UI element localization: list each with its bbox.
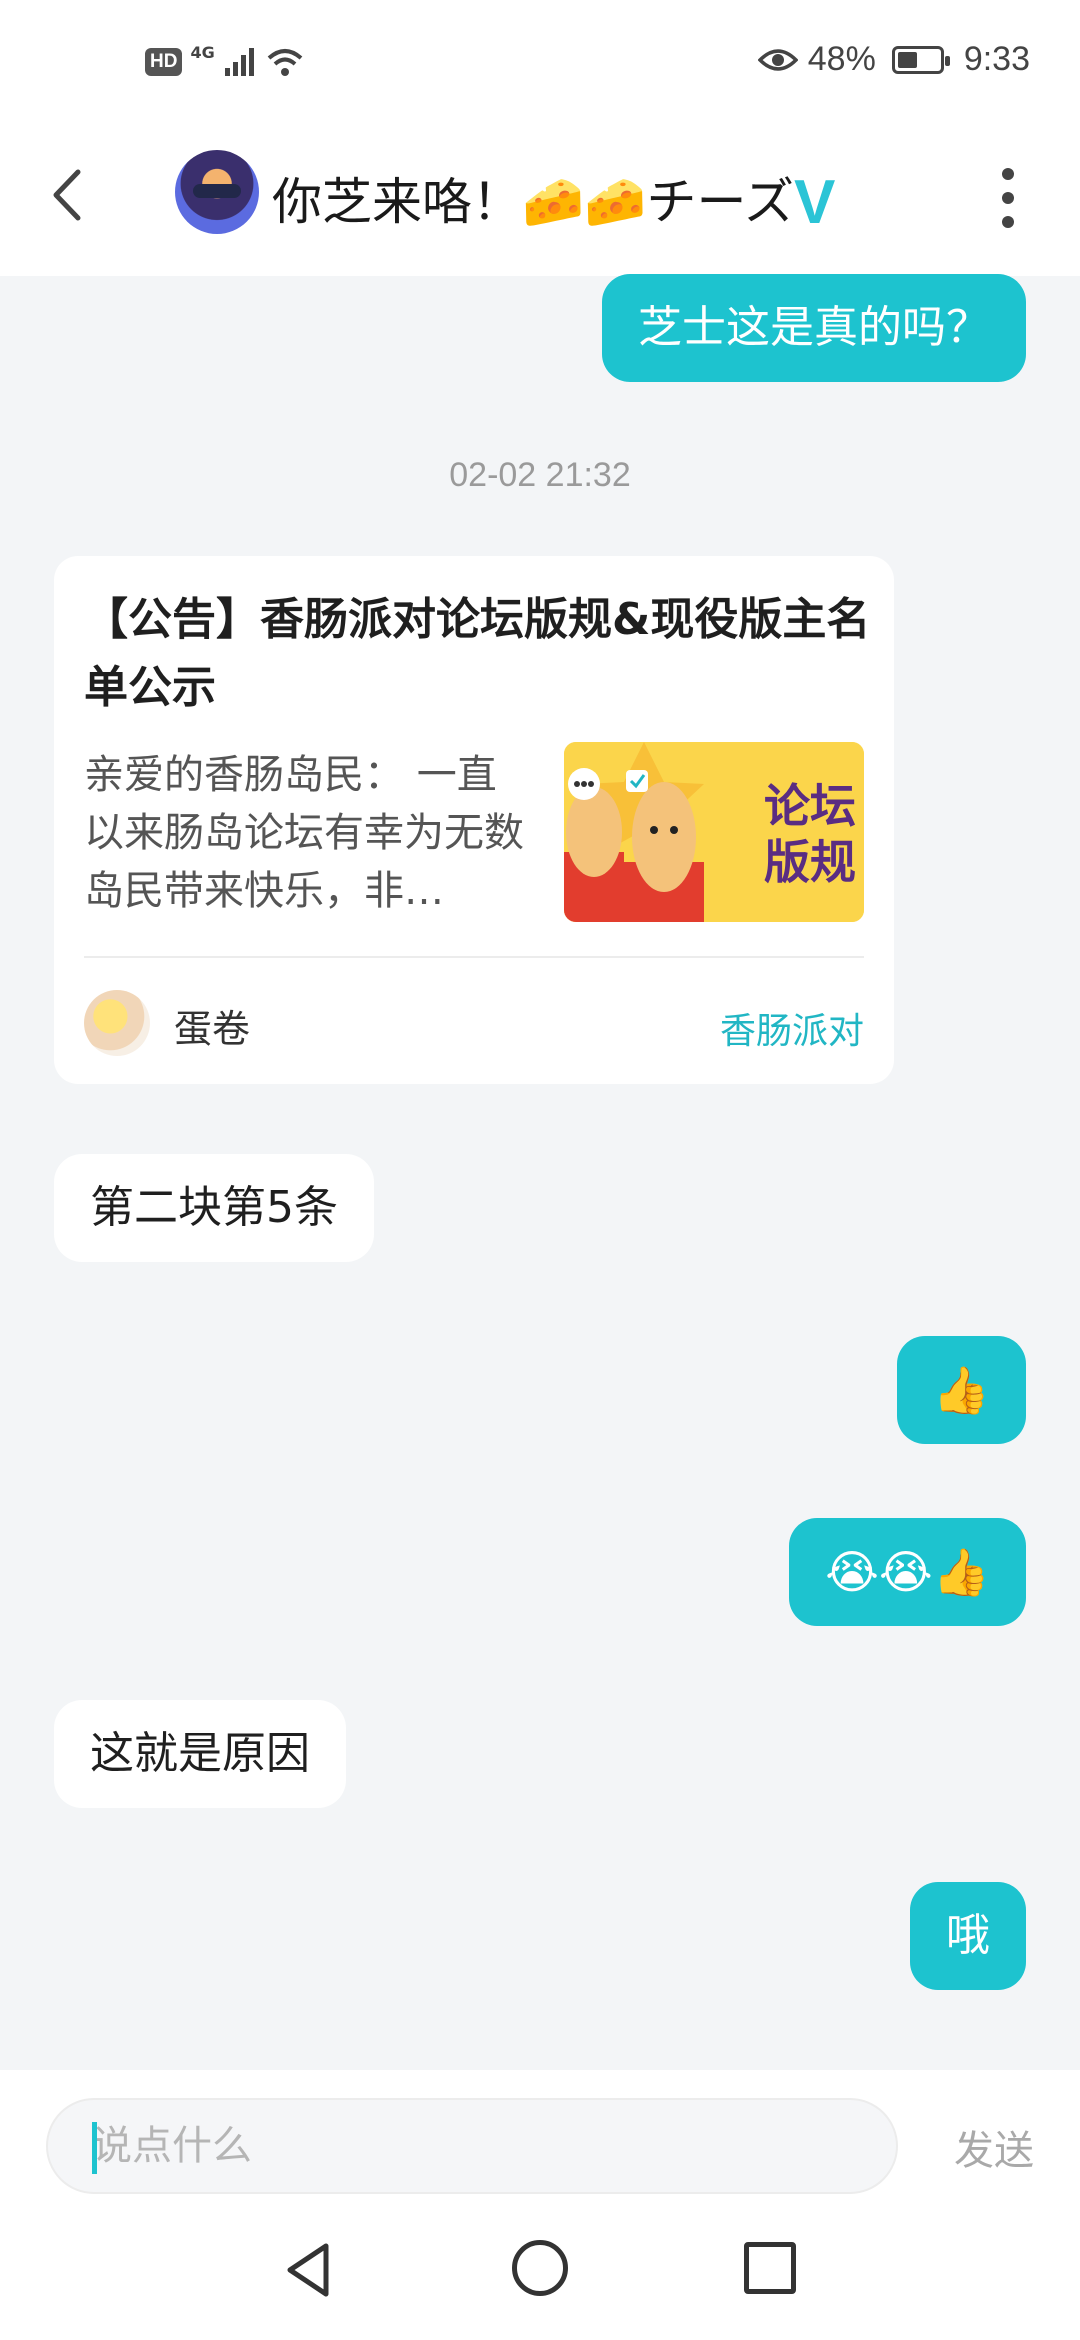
contact-name-text: 你芝来咯！🧀🧀チーズ [272, 173, 795, 231]
card-forum-link[interactable]: 香肠派对 [720, 1002, 864, 1054]
battery-percent: 48% [807, 40, 876, 78]
dot [1002, 192, 1014, 204]
nav-recent-apps-button[interactable] [744, 2242, 796, 2294]
input-placeholder: 说点什么 [92, 2123, 252, 2169]
status-right: 48% 9:33 [757, 40, 1030, 79]
network-type: 4G [190, 42, 215, 62]
signal-icon [224, 48, 254, 76]
message-incoming[interactable]: 这就是原因 [54, 1700, 346, 1808]
battery-icon [891, 45, 950, 74]
chat-header: 你芝来咯！🧀🧀チーズV [0, 120, 1080, 276]
card-excerpt: 亲爱的香肠岛民： 一直以来肠岛论坛有幸为无数岛民带来快乐，非… [84, 752, 524, 914]
status-bar: HD 4G 48% 9:33 [0, 0, 1080, 120]
message-outgoing[interactable]: 芝士这是真的吗？ [602, 274, 1026, 382]
send-button[interactable]: 发送 [954, 2118, 1034, 2176]
card-author: 蛋卷 [174, 1007, 251, 1051]
battery-fill [897, 51, 917, 68]
more-options-button[interactable] [996, 168, 1020, 228]
back-button[interactable] [44, 160, 94, 230]
clock: 9:33 [963, 40, 1030, 78]
card-thumbnail: 论坛版规 [564, 742, 864, 922]
chat-area[interactable]: 芝士这是真的吗？ 02-02 21:32 【公告】香肠派对论坛版规&现役版主名单… [0, 274, 1080, 2070]
message-outgoing[interactable]: 👍 [896, 1336, 1026, 1444]
contact-avatar[interactable] [175, 150, 259, 234]
message-timestamp: 02-02 21:32 [449, 456, 631, 494]
dot [1002, 216, 1014, 228]
status-left: HD 4G [145, 42, 305, 78]
author-avatar[interactable] [84, 990, 150, 1056]
message-outgoing[interactable]: 哦 [910, 1882, 1026, 1990]
text-caret [92, 2122, 97, 2174]
sausage-mascot-image: 论坛版规 [564, 742, 864, 922]
input-bar: 说点什么 发送 [0, 2070, 1080, 2200]
avatar-visor [193, 184, 241, 198]
contact-name: 你芝来咯！🧀🧀チーズV [272, 162, 836, 237]
nav-back-button[interactable] [280, 2240, 340, 2300]
verified-badge: V [794, 168, 836, 237]
message-incoming[interactable]: 第二块第5条 [54, 1154, 374, 1262]
triangle-back-icon [287, 2243, 329, 2297]
hd-badge: HD [145, 48, 183, 76]
wifi-icon [267, 49, 303, 76]
card-divider [84, 956, 864, 958]
dot [1002, 168, 1014, 180]
chevron-left-icon [53, 169, 81, 221]
message-outgoing[interactable]: 😭😭👍 [789, 1518, 1026, 1626]
card-title: 【公告】香肠派对论坛版规&现役版主名单公示 [84, 594, 871, 713]
system-nav-bar [0, 2200, 1080, 2340]
message-input[interactable]: 说点什么 [46, 2098, 898, 2194]
eye-icon [757, 48, 798, 71]
nav-home-button[interactable] [512, 2240, 568, 2296]
